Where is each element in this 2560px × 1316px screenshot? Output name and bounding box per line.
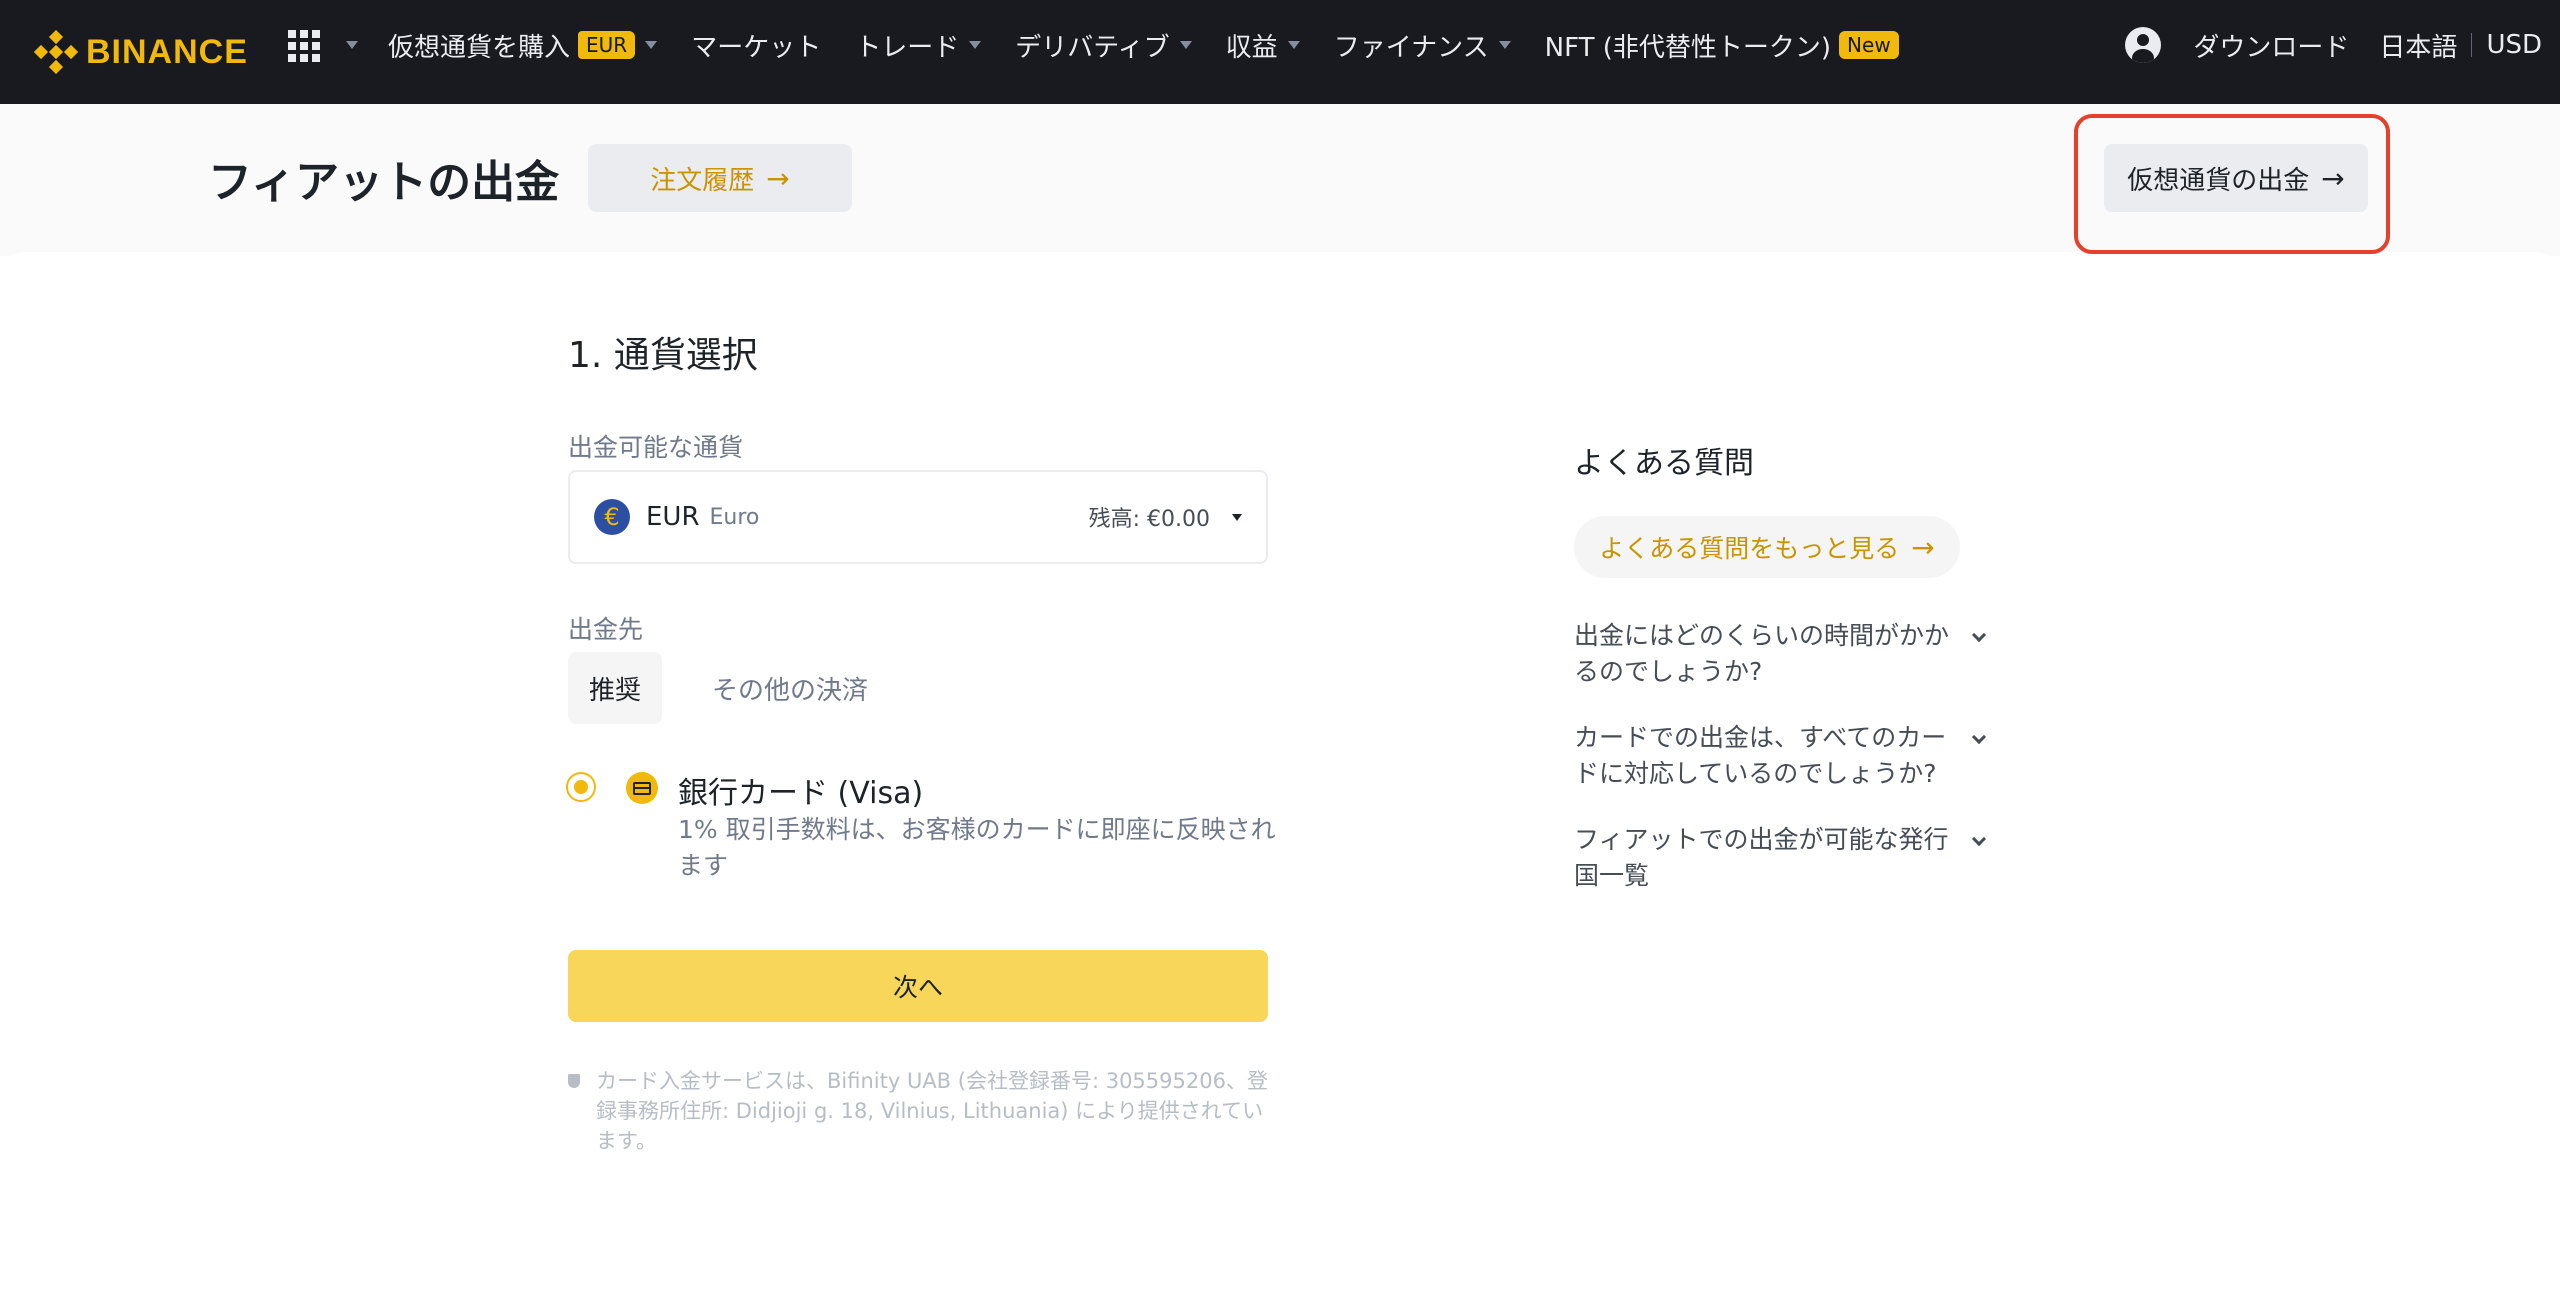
- chevron-down-icon: [1971, 831, 1987, 847]
- currency-selector[interactable]: USD: [2486, 30, 2542, 60]
- top-navigation: BINANCE 仮想通貨を購入 EUR マーケット トレード デリバティブ 収益…: [0, 0, 2560, 104]
- currency-balance: 残高: €0.00: [1088, 507, 1210, 532]
- nav-item-trade[interactable]: トレード: [855, 27, 982, 64]
- nav-item-label: デリバティブ: [1015, 32, 1170, 63]
- binance-logo[interactable]: BINANCE: [34, 22, 248, 82]
- method-radio[interactable]: [566, 772, 596, 802]
- main-panel: [0, 252, 2560, 1316]
- order-history-button[interactable]: 注文履歴 →: [588, 144, 852, 212]
- tab-recommended[interactable]: 推奨: [568, 652, 662, 724]
- currency-name: Euro: [709, 504, 760, 530]
- apps-grid-icon[interactable]: [288, 30, 320, 62]
- nav-item-label: 収益: [1225, 32, 1278, 63]
- nav-item-earn[interactable]: 収益: [1226, 27, 1300, 64]
- chevron-down-icon: [1498, 41, 1511, 49]
- currency-code: EUR: [646, 502, 700, 532]
- method-title[interactable]: 銀行カード (Visa): [678, 768, 923, 812]
- bank-card-icon: [626, 772, 658, 804]
- eur-badge: EUR: [578, 31, 636, 59]
- faq-title: よくある質問: [1574, 446, 1754, 481]
- chevron-down-icon: [1971, 627, 1987, 643]
- nav-menu: 仮想通貨を購入 EUR マーケット トレード デリバティブ 収益 ファイナンス …: [388, 0, 1933, 90]
- euro-icon: €: [594, 499, 630, 535]
- next-button[interactable]: 次へ: [568, 950, 1268, 1022]
- arrow-right-icon: →: [766, 161, 790, 195]
- nav-item-label: マーケット: [691, 32, 822, 63]
- nav-item-finance[interactable]: ファイナンス: [1334, 27, 1511, 64]
- currency-select[interactable]: € EUR Euro 残高: €0.00: [568, 470, 1268, 564]
- chevron-down-icon: [1971, 729, 1987, 745]
- chevron-down-icon: [1287, 41, 1300, 49]
- highlight-annotation: [2074, 114, 2390, 254]
- user-icon[interactable]: [2125, 27, 2162, 63]
- faq-item[interactable]: 出金にはどのくらいの時間がかかるのでしょうか?: [1574, 618, 1994, 690]
- method-description: 1% 取引手数料は、お客様のカードに即座に反映されます: [678, 815, 1276, 880]
- faq-more-button[interactable]: よくある質問をもっと見る →: [1574, 516, 1960, 578]
- chevron-down-icon: [969, 41, 982, 49]
- tab-other-payment[interactable]: その他の決済: [700, 652, 880, 724]
- chevron-down-icon: [645, 41, 658, 49]
- nav-right: ダウンロード 日本語 USD: [2125, 0, 2542, 90]
- nav-item-label: ファイナンス: [1333, 32, 1489, 63]
- faq-more-label: よくある質問をもっと見る: [1599, 534, 1900, 563]
- language-selector[interactable]: 日本語: [2379, 27, 2457, 64]
- nav-item-markets[interactable]: マーケット: [691, 27, 821, 64]
- chevron-down-icon: [1179, 41, 1192, 49]
- faq-question: 出金にはどのくらいの時間がかかるのでしょうか?: [1574, 621, 1950, 686]
- divider: [2471, 33, 2473, 57]
- new-badge: New: [1839, 31, 1899, 59]
- nav-item-label: NFT (非代替性トークン): [1544, 32, 1832, 63]
- chevron-down-icon: [346, 41, 358, 49]
- faq-item[interactable]: フィアットでの出金が可能な発行国一覧: [1574, 822, 1994, 894]
- nav-item-label: トレード: [855, 32, 960, 63]
- order-history-label: 注文履歴: [650, 165, 755, 196]
- nav-item-buy-crypto[interactable]: 仮想通貨を購入 EUR: [388, 27, 658, 64]
- currency-label: 出金可能な通貨: [568, 433, 744, 462]
- caret-down-icon: [1232, 513, 1242, 521]
- disclaimer-text: カード入金サービスは、Bifinity UAB (会社登録番号: 3055952…: [596, 1069, 1268, 1153]
- page-title: フィアットの出金: [208, 157, 560, 208]
- binance-logo-icon: [34, 30, 78, 74]
- nav-item-nft[interactable]: NFT (非代替性トークン) New: [1545, 27, 1899, 64]
- download-link[interactable]: ダウンロード: [2193, 27, 2349, 64]
- brand-name: BINANCE: [86, 32, 248, 71]
- destination-label: 出金先: [568, 615, 644, 644]
- faq-question: カードでの出金は、すべてのカードに対応しているのでしょうか?: [1574, 723, 1947, 788]
- faq-question: フィアットでの出金が可能な発行国一覧: [1574, 825, 1949, 890]
- step-title: 1. 通貨選択: [568, 335, 758, 376]
- nav-item-label: 仮想通貨を購入: [388, 32, 571, 63]
- faq-item[interactable]: カードでの出金は、すべてのカードに対応しているのでしょうか?: [1574, 720, 1994, 792]
- nav-item-derivatives[interactable]: デリバティブ: [1015, 27, 1192, 64]
- shield-icon: [568, 1074, 580, 1088]
- arrow-right-icon: →: [1911, 530, 1935, 564]
